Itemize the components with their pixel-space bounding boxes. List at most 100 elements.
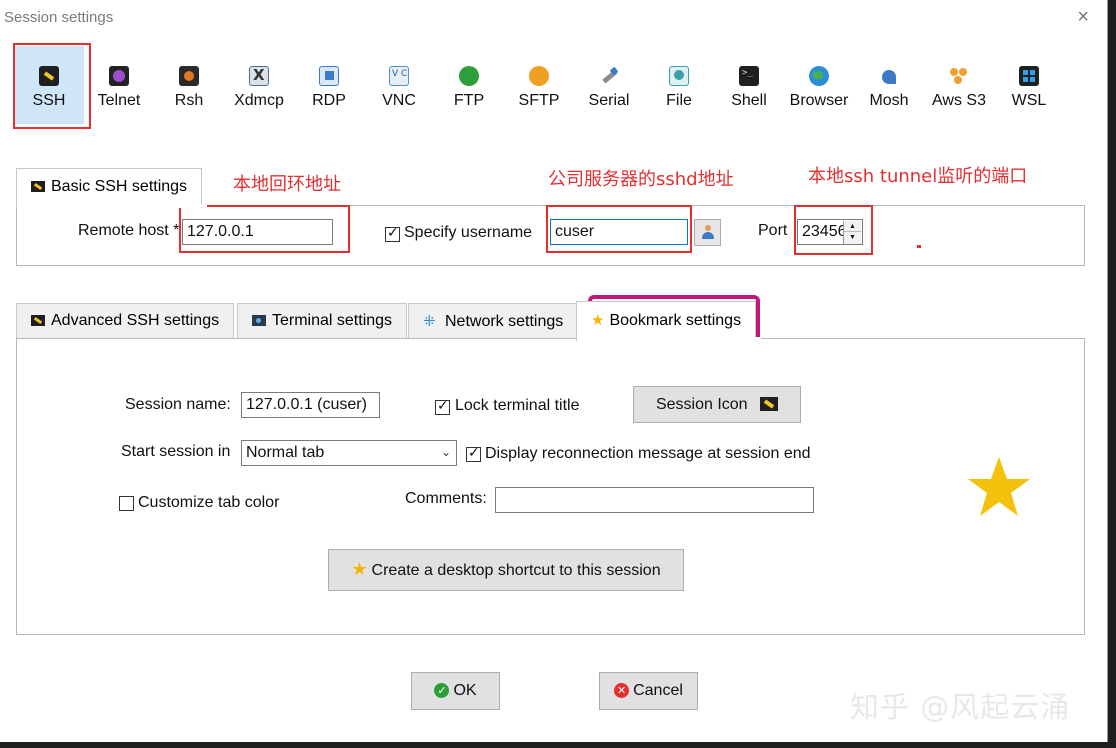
session-type-serial[interactable]: Serial <box>574 46 644 124</box>
session-type-rsh[interactable]: Rsh <box>154 46 224 124</box>
tab-label: Bookmark settings <box>609 312 742 329</box>
remote-host-input[interactable]: 127.0.0.1 <box>182 219 333 245</box>
port-label: Port <box>758 222 788 239</box>
specify-username-checkbox[interactable] <box>385 225 400 242</box>
start-session-value: Normal tab <box>246 444 325 461</box>
session-type-label: Mosh <box>869 92 909 109</box>
ssh-key-icon <box>39 66 59 86</box>
ssh-key-icon <box>31 315 45 326</box>
session-type-shell[interactable]: >_ Shell <box>714 46 784 124</box>
start-session-label: Start session in <box>121 443 231 460</box>
tab-advanced-ssh-settings[interactable]: Advanced SSH settings <box>16 303 235 339</box>
remote-host-label: Remote host * <box>78 222 180 239</box>
create-desktop-shortcut-button[interactable]: ★ Create a desktop shortcut to this sessi… <box>328 549 684 591</box>
ssh-key-icon <box>760 397 779 411</box>
window-title: Session settings <box>4 9 114 26</box>
button-label: Create a desktop shortcut to this sessio… <box>371 562 661 579</box>
session-type-label: FTP <box>453 92 485 109</box>
port-input[interactable]: 23456 ▲ ▼ <box>797 219 863 245</box>
customize-tab-color-label: Customize tab color <box>138 494 280 511</box>
session-name-label: Session name: <box>125 396 231 413</box>
tab-bookmark-settings[interactable]: ★ Bookmark settings <box>576 301 757 341</box>
button-label: OK <box>453 682 477 699</box>
telnet-icon <box>109 66 129 86</box>
button-label: Cancel <box>633 682 683 699</box>
session-type-mosh[interactable]: Mosh <box>854 46 924 124</box>
port-value: 23456 <box>802 223 847 240</box>
session-type-xdmcp[interactable]: X Xdmcp <box>224 46 294 124</box>
watermark: 知乎 @风起云涌 <box>850 690 1071 724</box>
session-type-telnet[interactable]: Telnet <box>84 46 154 124</box>
tab-label: Basic SSH settings <box>51 178 188 195</box>
annotation-local-loopback: 本地回环地址 <box>233 174 341 195</box>
annotation-tunnel-port: 本地ssh tunnel监听的端口 <box>808 166 1028 187</box>
check-icon: ✓ <box>434 683 450 698</box>
network-icon: ⁜ <box>423 312 436 330</box>
session-name-input[interactable]: 127.0.0.1 (cuser) <box>241 392 380 418</box>
vnc-icon: V C <box>389 66 409 86</box>
session-type-label: SFTP <box>518 92 560 109</box>
tab-joint <box>17 204 207 207</box>
session-type-ssh[interactable]: SSH <box>13 43 91 129</box>
session-type-label: Aws S3 <box>932 92 986 109</box>
user-picker-button[interactable] <box>694 219 721 246</box>
display-reconnect-label: Display reconnection message at session … <box>485 445 811 462</box>
session-type-label: File <box>666 92 692 109</box>
session-type-bar: SSH Telnet Rsh X Xdmcp RDP V C VNC FTP S… <box>13 43 1064 129</box>
start-session-select[interactable]: Normal tab ⌄ <box>241 440 457 466</box>
specify-username-label: Specify username <box>404 224 533 241</box>
username-input[interactable]: cuser <box>550 219 688 245</box>
shell-icon: >_ <box>739 66 759 86</box>
session-type-label: Serial <box>588 92 630 109</box>
session-type-sftp[interactable]: SFTP <box>504 46 574 124</box>
tab-label: Network settings <box>445 313 564 330</box>
close-icon[interactable]: × <box>1077 6 1089 29</box>
session-type-label: Telnet <box>97 92 141 109</box>
session-type-wsl[interactable]: WSL <box>994 46 1064 124</box>
session-type-aws-s3[interactable]: Aws S3 <box>924 46 994 124</box>
ftp-icon <box>459 66 479 86</box>
tab-basic-ssh-settings[interactable]: Basic SSH settings <box>16 168 203 208</box>
session-type-browser[interactable]: Browser <box>784 46 854 124</box>
annotation-company-sshd: 公司服务器的sshd地址 <box>548 169 734 190</box>
cancel-button[interactable]: ✕ Cancel <box>599 672 698 710</box>
cancel-icon: ✕ <box>614 683 630 698</box>
rdp-icon <box>319 66 339 86</box>
session-type-file[interactable]: File <box>644 46 714 124</box>
display-reconnect-checkbox[interactable] <box>466 445 481 462</box>
spin-down-icon[interactable]: ▼ <box>844 232 861 243</box>
globe-icon <box>809 66 829 86</box>
file-icon <box>669 66 689 86</box>
port-spinner[interactable]: ▲ ▼ <box>843 221 861 244</box>
session-type-label: Xdmcp <box>234 92 284 109</box>
session-type-label: RDP <box>312 92 346 109</box>
session-icon-button[interactable]: Session Icon <box>633 386 801 423</box>
comments-input[interactable] <box>495 487 814 513</box>
star-icon: ★ <box>591 311 605 329</box>
red-dot <box>917 245 921 248</box>
bookmark-star-icon <box>968 457 1030 516</box>
tab-terminal-settings[interactable]: Terminal settings <box>237 303 408 339</box>
star-icon: ★ <box>351 559 368 580</box>
tab-network-settings[interactable]: ⁜ Network settings <box>408 303 579 339</box>
spin-up-icon[interactable]: ▲ <box>844 221 861 232</box>
lock-terminal-title-checkbox[interactable] <box>435 398 450 415</box>
chevron-down-icon[interactable]: ⌄ <box>441 441 451 463</box>
session-type-rdp[interactable]: RDP <box>294 46 364 124</box>
serial-icon <box>599 66 619 86</box>
ok-button[interactable]: ✓ OK <box>411 672 500 710</box>
session-type-label: Browser <box>789 92 849 109</box>
rsh-icon <box>179 66 199 86</box>
session-settings-window: Session settings × SSH Telnet Rsh X Xdmc… <box>0 0 1108 742</box>
xdmcp-icon: X <box>249 66 269 86</box>
session-type-label: VNC <box>382 92 416 109</box>
session-type-label: SSH <box>32 92 66 109</box>
lock-terminal-title-label: Lock terminal title <box>455 397 580 414</box>
customize-tab-color-checkbox[interactable] <box>119 496 134 511</box>
session-type-label: Shell <box>731 92 767 109</box>
session-type-vnc[interactable]: V C VNC <box>364 46 434 124</box>
tab-joint <box>577 337 761 340</box>
terminal-icon <box>252 315 266 326</box>
sftp-icon <box>529 66 549 86</box>
session-type-ftp[interactable]: FTP <box>434 46 504 124</box>
